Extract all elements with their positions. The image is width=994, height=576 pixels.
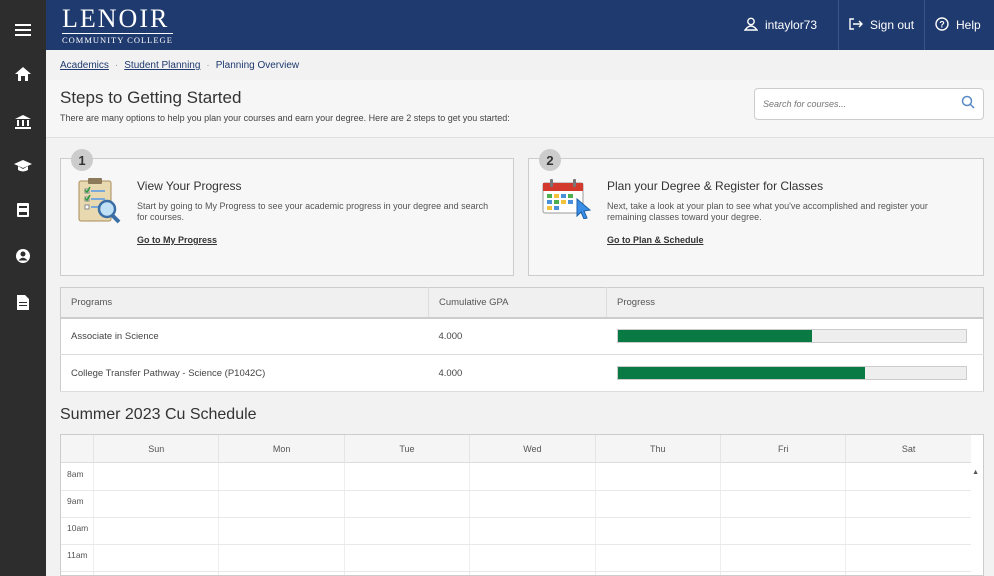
- step-card-progress: 1 View Your Progress Start by going to M…: [60, 149, 514, 276]
- day-column-divider: [93, 463, 94, 575]
- calendar-icon: [541, 177, 592, 224]
- breadcrumb-academics[interactable]: Academics: [60, 60, 109, 71]
- hour-gridline: [61, 544, 971, 545]
- day-column-divider: [845, 463, 847, 575]
- table-row: Associate in Science 4.000: [60, 317, 984, 355]
- sign-out-label: Sign out: [870, 18, 915, 32]
- help-label: Help: [956, 18, 981, 32]
- table-header-row: Programs Cumulative GPA Progress: [60, 287, 984, 319]
- course-search-input[interactable]: [763, 89, 943, 119]
- step-title: View Your Progress: [137, 179, 242, 193]
- programs-table: Programs Cumulative GPA Progress Associa…: [60, 287, 984, 392]
- schedule-title: Summer 2023 Cu Schedule: [60, 406, 257, 423]
- help-button[interactable]: ? Help: [924, 0, 991, 50]
- clipboard-icon: [75, 175, 121, 230]
- college-logo[interactable]: LENOIR COMMUNITY COLLEGE: [62, 5, 173, 45]
- day-header-tue: Tue: [343, 435, 469, 463]
- day-column-divider: [343, 463, 345, 575]
- progress-bar-fill: [617, 330, 813, 343]
- day-header-sun: Sun: [93, 435, 218, 463]
- progress-bar: [616, 366, 967, 380]
- step-number: 1: [71, 149, 93, 171]
- column-header-progress: Progress: [606, 287, 984, 319]
- go-to-my-progress-link[interactable]: Go to My Progress: [137, 235, 217, 245]
- username-label: intaylor73: [765, 18, 818, 32]
- day-column-divider: [218, 463, 220, 575]
- schedule-calendar: Sun Mon Tue Wed Thu Fri Sat ▲ 8am 9am 10am 11am: [60, 434, 984, 576]
- user-menu-button[interactable]: intaylor73: [734, 0, 827, 50]
- calendar-header: Sun Mon Tue Wed Thu Fri Sat: [61, 435, 971, 463]
- go-to-plan-schedule-link[interactable]: Go to Plan & Schedule: [607, 235, 704, 245]
- hour-label: 11am: [67, 550, 88, 560]
- table-row: College Transfer Pathway - Science (P104…: [60, 354, 984, 392]
- main-content: Academics · Student Planning · Planning Over…: [46, 50, 994, 576]
- sidebar: [0, 0, 46, 576]
- hour-label: 10am: [67, 523, 89, 533]
- breadcrumb: Academics · Student Planning · Planning Over…: [60, 60, 299, 71]
- user-icon: [743, 17, 759, 34]
- program-name: Associate in Science: [60, 317, 429, 355]
- progress-bar: [616, 329, 967, 344]
- day-header-mon: Mon: [218, 435, 343, 463]
- hour-label: 9am: [67, 496, 84, 506]
- program-gpa: 4.000: [428, 317, 607, 355]
- progress-bar-fill: [617, 367, 865, 379]
- graduation-cap-icon[interactable]: [0, 148, 46, 184]
- program-name: College Transfer Pathway - Science (P104…: [60, 354, 429, 392]
- day-column-divider: [594, 463, 596, 575]
- breadcrumb-separator: ·: [114, 60, 119, 71]
- hour-gridline: [61, 517, 971, 518]
- book-icon[interactable]: [0, 192, 46, 228]
- breadcrumb-student-planning[interactable]: Student Planning: [124, 60, 200, 71]
- sign-out-icon: [849, 17, 863, 33]
- day-header-fri: Fri: [720, 435, 845, 463]
- column-header-gpa: Cumulative GPA: [428, 287, 607, 319]
- day-column-divider: [469, 463, 471, 575]
- page-subtitle: There are many options to help you plan …: [60, 113, 510, 123]
- hour-gridline: [61, 490, 971, 491]
- institution-icon[interactable]: [0, 104, 46, 140]
- step-number: 2: [539, 149, 561, 171]
- column-header-programs: Programs: [60, 287, 429, 319]
- home-icon[interactable]: [0, 56, 46, 92]
- scroll-up-arrow-icon[interactable]: ▲: [972, 469, 979, 476]
- progress-cell: [606, 354, 984, 392]
- hour-gridline: [61, 571, 971, 572]
- document-icon[interactable]: [0, 284, 46, 320]
- step-description: Next, take a look at your plan to see wh…: [607, 201, 928, 222]
- user-circle-icon[interactable]: [0, 238, 46, 274]
- day-column-divider: [720, 463, 721, 575]
- day-header-thu: Thu: [594, 435, 720, 463]
- logo-text: LENOIR: [62, 4, 170, 33]
- page-header: Steps to Getting Started There are many …: [46, 80, 994, 138]
- program-gpa: 4.000: [428, 354, 607, 392]
- page-title: Steps to Getting Started: [60, 88, 242, 107]
- sign-out-button[interactable]: Sign out: [838, 0, 924, 50]
- step-title: Plan your Degree & Register for Classes: [607, 179, 824, 193]
- progress-cell: [606, 317, 984, 355]
- svg-text:?: ?: [939, 19, 945, 29]
- step-card-plan: 2 Plan your Degree & Register for Classe…: [528, 149, 984, 276]
- menu-icon[interactable]: [0, 12, 46, 48]
- logo-subtext: COMMUNITY COLLEGE: [62, 33, 173, 45]
- help-icon: ?: [935, 16, 949, 34]
- search-icon[interactable]: [961, 95, 975, 112]
- hour-label: 8am: [67, 469, 84, 479]
- breadcrumb-current: Planning Overview: [215, 60, 300, 71]
- top-bar: LENOIR COMMUNITY COLLEGE intaylor73 Sign…: [46, 0, 994, 50]
- step-description: Start by going to My Progress to see you…: [137, 201, 489, 222]
- day-header-sat: Sat: [845, 435, 970, 463]
- day-header-wed: Wed: [469, 435, 594, 463]
- breadcrumb-separator: ·: [206, 60, 210, 71]
- course-search-box: [754, 88, 984, 120]
